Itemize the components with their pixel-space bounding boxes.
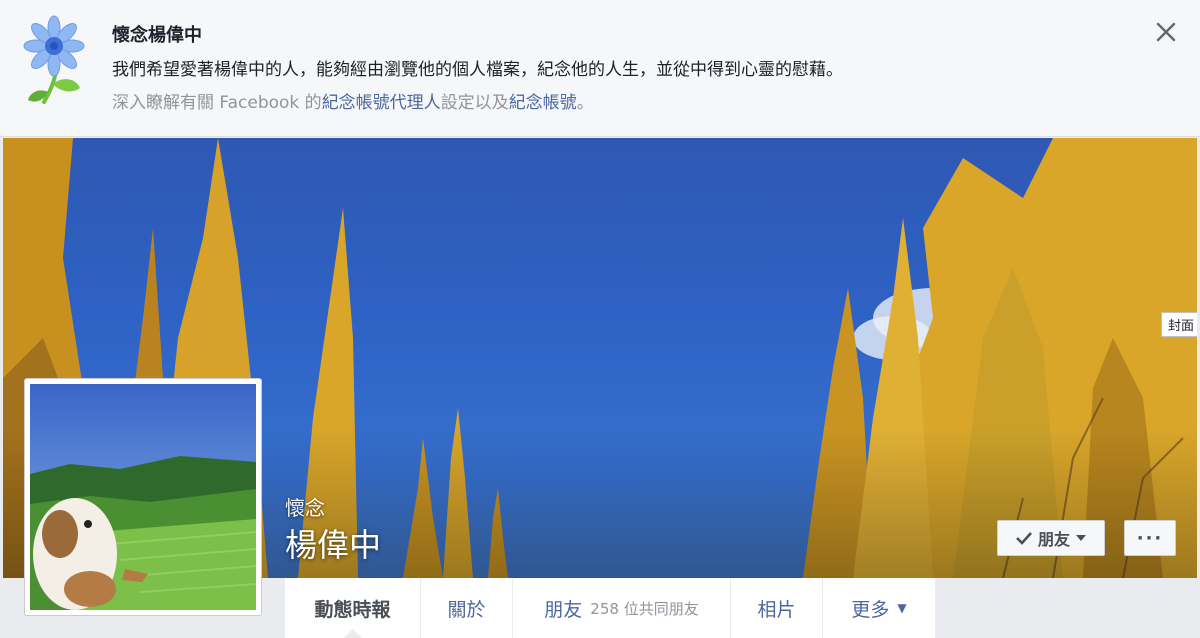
close-icon[interactable] <box>1153 19 1179 45</box>
tab-timeline[interactable]: 動態時報 <box>285 578 420 638</box>
profile-picture[interactable] <box>24 378 262 616</box>
tab-photos-label: 相片 <box>757 598 796 621</box>
profile-tab-bar: 動態時報 關於 朋友 258 位共同朋友 相片 更多 ▼ <box>285 578 935 638</box>
legacy-contact-link[interactable]: 紀念帳號代理人 <box>322 93 441 113</box>
more-options-button[interactable]: ··· <box>1124 520 1176 556</box>
learn-more-suffix: 。 <box>576 93 594 113</box>
banner-learn-more: 深入瞭解有關 Facebook 的紀念帳號代理人設定以及紀念帳號。 <box>112 88 594 113</box>
tab-friends-label: 朋友 <box>544 598 583 621</box>
memorialized-account-link[interactable]: 紀念帳號 <box>509 93 577 113</box>
tab-about-label: 關於 <box>447 598 486 621</box>
profile-photo <box>30 384 256 610</box>
forget-me-not-flower-icon <box>23 15 85 104</box>
learn-more-prefix: 深入瞭解有關 Facebook 的 <box>112 93 322 113</box>
tab-photos[interactable]: 相片 <box>730 578 822 638</box>
tab-friends[interactable]: 朋友 258 位共同朋友 <box>512 578 730 638</box>
banner-description: 我們希望愛著楊偉中的人，能夠經由瀏覽他的個人檔案，紀念他的人生，並從中得到心靈的… <box>112 60 843 80</box>
friend-status-button[interactable]: 朋友 <box>997 520 1105 556</box>
profile-name[interactable]: 楊偉中 <box>285 520 381 566</box>
memorial-banner: 懷念楊偉中 我們希望愛著楊偉中的人，能夠經由瀏覽他的個人檔案，紀念他的人生，並從… <box>0 0 1200 137</box>
tab-timeline-label: 動態時報 <box>314 598 391 621</box>
memorial-label: 懷念 <box>285 496 325 520</box>
tab-more[interactable]: 更多 ▼ <box>822 578 935 638</box>
tab-about[interactable]: 關於 <box>420 578 512 638</box>
active-tab-indicator <box>343 629 362 638</box>
caret-down-icon: ▼ <box>897 601 907 615</box>
banner-title: 懷念楊偉中 <box>112 25 202 46</box>
mutual-friends-count: 258 位共同朋友 <box>590 599 699 618</box>
tab-more-label: 更多 <box>851 598 890 621</box>
learn-more-middle: 設定以及 <box>440 93 509 113</box>
check-icon <box>1016 532 1032 545</box>
friend-status-label: 朋友 <box>1037 530 1070 549</box>
caret-down-icon <box>1076 535 1086 541</box>
cover-tooltip: 封面 <box>1160 312 1197 337</box>
